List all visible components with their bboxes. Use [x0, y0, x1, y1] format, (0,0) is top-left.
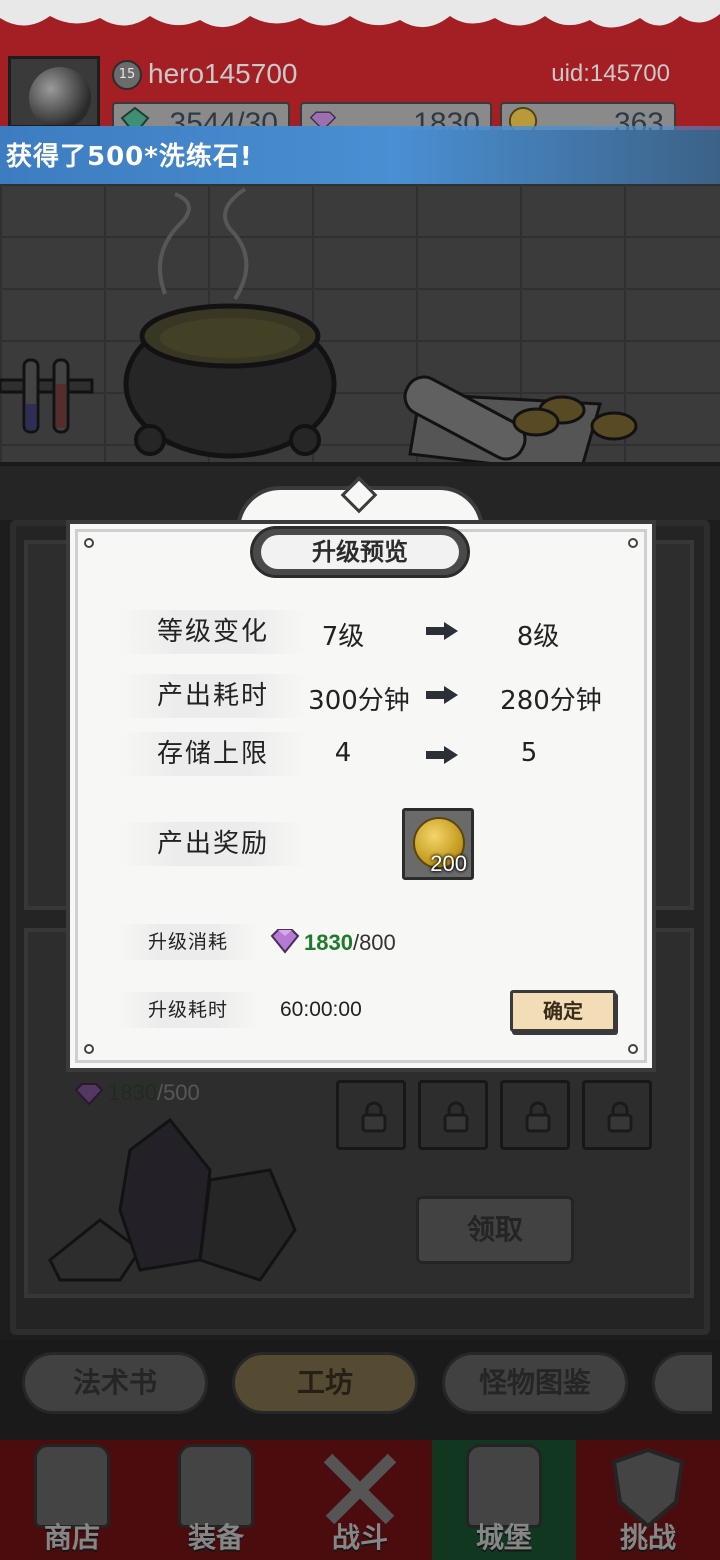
avatar[interactable]	[8, 56, 100, 128]
player-name: hero145700	[148, 58, 298, 89]
upgrade-cost-need: /800	[352, 930, 396, 955]
storage-to: 5	[520, 738, 538, 768]
reward-item[interactable]: 200	[402, 808, 474, 880]
level-change-label: 等级变化	[120, 610, 306, 654]
confirm-button[interactable]: 确定	[510, 990, 616, 1032]
level-badge: 15	[112, 60, 142, 90]
snow-decoration	[0, 0, 720, 28]
output-time-to: 280分钟	[500, 686, 602, 716]
corner-rivet	[628, 1044, 638, 1054]
toast-notification: 获得了500*洗练石!	[0, 126, 720, 184]
output-reward-label: 产出奖励	[120, 822, 306, 866]
uid-label: uid:145700	[551, 60, 670, 87]
arrow-right-icon	[426, 746, 458, 764]
top-header: 15 hero145700 uid:145700 3544/30 1830 36…	[0, 0, 720, 130]
output-time-from: 300分钟	[308, 686, 410, 716]
arrow-right-icon	[426, 686, 458, 704]
modal-title: 升级预览	[261, 535, 459, 569]
level-to: 8级	[516, 622, 560, 652]
modal-title-frame: 升级预览	[250, 526, 470, 578]
upgrade-cost-have: 1830	[304, 930, 353, 955]
upgrade-time-label: 升级耗时	[118, 992, 258, 1028]
storage-limit-label: 存储上限	[120, 732, 306, 776]
level-from: 7级	[321, 622, 365, 652]
upgrade-cost-label: 升级消耗	[118, 924, 258, 960]
arrow-right-icon	[426, 622, 458, 640]
toast-text: 获得了500*洗练石!	[6, 142, 253, 172]
corner-rivet	[84, 538, 94, 548]
reward-count: 200	[430, 851, 467, 876]
upgrade-time-value: 60:00:00	[280, 998, 362, 1021]
purple-gem-icon	[270, 929, 300, 954]
corner-rivet	[84, 1044, 94, 1054]
upgrade-cost: 1830/800	[304, 930, 396, 956]
storage-from: 4	[334, 738, 352, 768]
corner-rivet	[628, 538, 638, 548]
output-time-label: 产出耗时	[120, 674, 306, 718]
